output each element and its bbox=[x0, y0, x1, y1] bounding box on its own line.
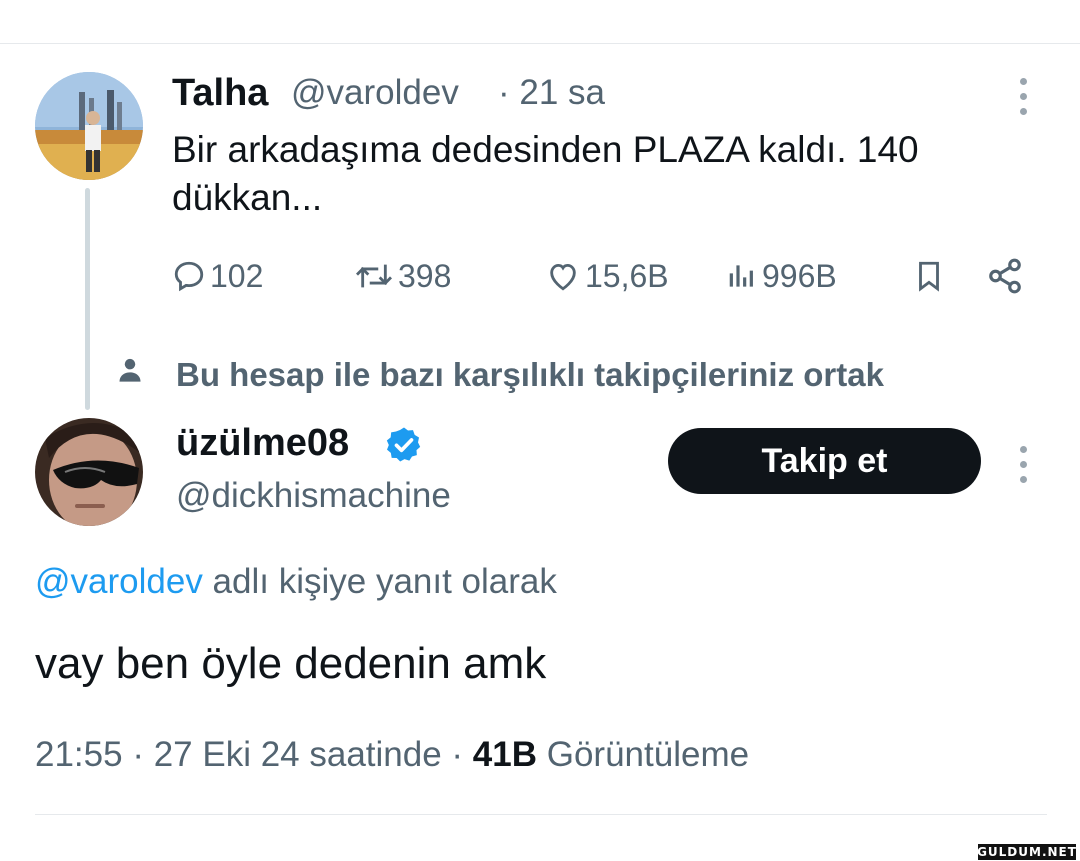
views-total[interactable]: 41B bbox=[473, 735, 537, 774]
bottom-divider bbox=[35, 814, 1047, 815]
reply-meta: 21:55 · 27 Eki 24 saatinde · 41B Görüntü… bbox=[35, 735, 749, 775]
reply-text: vay ben öyle dedenin amk bbox=[35, 639, 547, 688]
reply-action[interactable]: 102 bbox=[172, 254, 263, 298]
share-icon bbox=[989, 258, 1021, 294]
follow-button[interactable]: Takip et bbox=[668, 428, 981, 494]
replying-to-line: @varoldev adlı kişiye yanıt olarak bbox=[35, 562, 557, 602]
share-action[interactable] bbox=[986, 254, 1024, 298]
talha-display-name[interactable]: Talha bbox=[172, 72, 268, 115]
views-icon bbox=[729, 265, 753, 287]
top-divider bbox=[0, 43, 1080, 44]
talha-handle[interactable]: @varoldev bbox=[291, 73, 459, 113]
thread-line bbox=[85, 188, 90, 410]
reply-date[interactable]: 27 Eki 24 saatinde bbox=[154, 735, 442, 774]
replying-to-handle[interactable]: @varoldev bbox=[35, 562, 203, 601]
heart-icon bbox=[550, 263, 576, 291]
reply-count: 102 bbox=[210, 257, 264, 294]
uzulme-more-icon[interactable] bbox=[1020, 446, 1028, 491]
talha-avatar[interactable] bbox=[35, 72, 143, 180]
person-icon bbox=[119, 358, 141, 382]
meta-separator: · bbox=[122, 735, 154, 774]
retweet-action[interactable]: 398 bbox=[354, 254, 451, 298]
talha-more-icon[interactable] bbox=[1020, 78, 1028, 123]
mutual-followers-notice: Bu hesap ile bazı karşılıklı takipçileri… bbox=[176, 356, 884, 393]
views-action[interactable]: 996B bbox=[726, 254, 837, 298]
reply-icon bbox=[174, 261, 204, 292]
like-count: 15,6B bbox=[585, 257, 669, 294]
meta-separator: · bbox=[441, 735, 473, 774]
talha-tweet-text: Bir arkadaşıma dedesinden PLAZA kaldı. 1… bbox=[172, 129, 919, 218]
retweet-icon bbox=[355, 264, 393, 288]
uzulme-avatar[interactable] bbox=[35, 418, 143, 526]
uzulme-display-name[interactable]: üzülme08 bbox=[176, 422, 349, 465]
like-action[interactable]: 15,6B bbox=[545, 254, 669, 298]
verified-badge-icon bbox=[386, 427, 421, 462]
bookmark-icon bbox=[919, 261, 939, 292]
reply-time[interactable]: 21:55 bbox=[35, 735, 123, 774]
retweet-count: 398 bbox=[398, 257, 452, 294]
replying-to-suffix: adlı kişiye yanıt olarak bbox=[202, 562, 557, 601]
uzulme-handle[interactable]: @dickhismachine bbox=[176, 476, 451, 516]
watermark: GULDUM.NET bbox=[977, 844, 1077, 860]
talha-time[interactable]: · 21 sa bbox=[498, 73, 605, 113]
views-label: Görüntüleme bbox=[537, 735, 750, 774]
bookmark-action[interactable] bbox=[912, 254, 946, 298]
views-count: 996B bbox=[762, 257, 837, 294]
